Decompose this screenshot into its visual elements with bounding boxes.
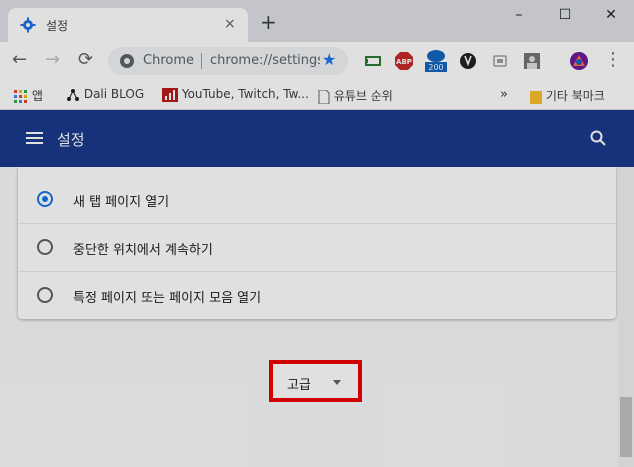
back-button[interactable]: ← — [12, 51, 27, 69]
startup-option-new-tab[interactable]: 새 탭 페이지 열기 — [18, 175, 616, 223]
omnibox-site-label: Chrome — [143, 53, 194, 68]
svg-text:200: 200 — [428, 63, 443, 72]
hamburger-menu-icon[interactable] — [26, 132, 43, 144]
tag-extension-icon[interactable] — [364, 52, 382, 70]
bookmark-youtube-ranking[interactable]: 유튜브 순위 — [318, 87, 393, 104]
radio-button[interactable] — [37, 191, 53, 207]
settings-header: 설정 — [0, 110, 634, 167]
scrollbar-thumb[interactable] — [620, 397, 632, 457]
bookmark-star-icon[interactable]: ★ — [322, 51, 336, 69]
browser-toolbar: ← → ⟳ Chrome chrome://settings ★ ABP 200 — [0, 42, 634, 80]
bookmark-label: YouTube, Twitch, Tw... — [181, 87, 309, 101]
chevron-down-icon — [333, 380, 341, 385]
network-icon — [67, 88, 79, 101]
omnibox-separator — [201, 53, 202, 69]
radio-label: 새 탭 페이지 열기 — [73, 195, 170, 210]
folder-icon — [530, 90, 542, 104]
apps-grid-icon — [14, 89, 27, 103]
svg-text:ABP: ABP — [396, 58, 412, 66]
radio-button[interactable] — [37, 287, 53, 303]
profile-extension-icon[interactable] — [523, 52, 541, 70]
advanced-button[interactable]: 고급 — [269, 360, 362, 402]
screen-extension-icon[interactable] — [491, 52, 509, 70]
settings-content: 새 탭 페이지 열기 중단한 위치에서 계속하기 특정 페이지 또는 페이지 모… — [0, 167, 634, 467]
tab-settings[interactable]: 설정 × — [8, 8, 248, 42]
adblock-plus-icon[interactable]: ABP — [395, 52, 413, 70]
bookmark-youtube-twitch[interactable]: YouTube, Twitch, Tw... — [162, 87, 309, 102]
advanced-label: 고급 — [287, 378, 311, 393]
close-window-button[interactable]: ✕ — [588, 0, 634, 30]
bookmark-label: 유튜브 순위 — [333, 89, 393, 103]
bookmark-label: Dali BLOG — [83, 87, 145, 101]
chart-bars-icon — [162, 87, 178, 102]
page-icon — [318, 89, 330, 104]
startup-options-card: 새 탭 페이지 열기 중단한 위치에서 계속하기 특정 페이지 또는 페이지 모… — [18, 167, 616, 319]
radio-label: 특정 페이지 또는 페이지 모음 열기 — [73, 291, 262, 306]
bookmarks-bar: 앱 Dali BLOG YouTube, Twitch, Tw... 유튜브 순… — [0, 80, 634, 110]
bookmark-dali-blog[interactable]: Dali BLOG — [66, 87, 144, 102]
bookmark-apps[interactable]: 앱 — [14, 87, 43, 104]
tab-close-icon[interactable]: × — [224, 16, 236, 32]
scrollbar[interactable] — [618, 167, 634, 467]
tool-extension-icon[interactable] — [459, 52, 477, 70]
address-bar[interactable]: Chrome chrome://settings ★ — [108, 47, 348, 75]
startup-option-specific-pages[interactable]: 특정 페이지 또는 페이지 모음 열기 — [18, 271, 616, 319]
radio-button[interactable] — [37, 239, 53, 255]
tab-title: 설정 — [46, 19, 69, 33]
site-info-icon[interactable] — [120, 54, 134, 68]
chrome-menu-icon[interactable]: ⋮ — [604, 51, 622, 69]
forward-button[interactable]: → — [45, 51, 60, 69]
gear-icon — [20, 17, 36, 33]
title-bar: 설정 × + – ☐ ✕ — [0, 0, 634, 42]
maximize-button[interactable]: ☐ — [542, 0, 588, 30]
page-title: 설정 — [57, 131, 85, 149]
minimize-button[interactable]: – — [496, 0, 542, 30]
bookmark-apps-label: 앱 — [31, 89, 43, 103]
omnibox-url[interactable]: chrome://settings — [210, 53, 320, 68]
bookmarks-overflow-chevron-icon[interactable]: » — [500, 87, 508, 102]
search-icon[interactable] — [590, 130, 606, 146]
new-tab-button[interactable]: + — [260, 12, 277, 32]
reload-button[interactable]: ⟳ — [78, 51, 93, 69]
bookmark-other-folder[interactable]: 기타 북마크 — [530, 87, 605, 104]
startup-option-continue[interactable]: 중단한 위치에서 계속하기 — [18, 223, 616, 271]
avatar-icon[interactable] — [570, 52, 588, 70]
bookmark-other-label: 기타 북마크 — [545, 89, 605, 103]
radio-label: 중단한 위치에서 계속하기 — [73, 243, 213, 258]
cloud-badge-icon[interactable]: 200 — [425, 48, 447, 72]
